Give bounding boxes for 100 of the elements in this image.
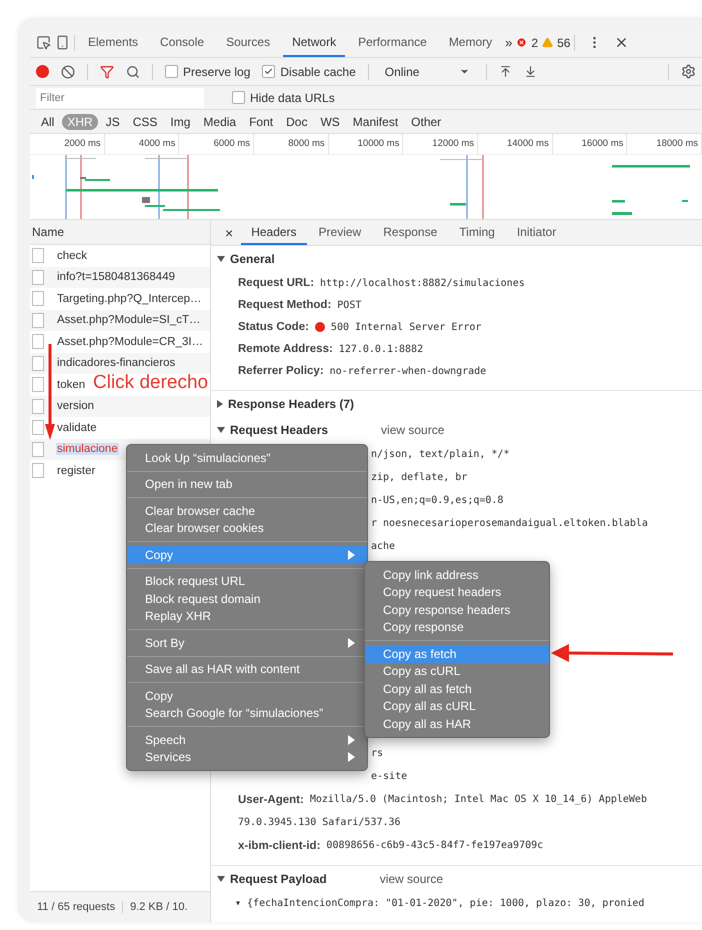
type-filter[interactable]: CSS <box>128 114 162 130</box>
menu-item[interactable]: Copy <box>127 546 367 564</box>
detail-tab[interactable]: Initiator <box>506 220 566 245</box>
time-tick: 4000 ms <box>104 134 180 154</box>
menu-item[interactable]: Clear browser cookies <box>127 520 367 537</box>
menu-item[interactable]: Replay XHR <box>127 608 367 625</box>
time-tick: 8000 ms <box>254 134 329 154</box>
menu-item[interactable]: Block request URL <box>127 572 367 590</box>
clear-icon[interactable] <box>61 64 75 78</box>
throttling-dropdown[interactable]: Online <box>380 64 474 78</box>
request-name[interactable]: Asset.php?Module=CR_3I… <box>56 336 204 348</box>
menu-item[interactable]: Copy all as fetch <box>365 680 549 698</box>
menu-item[interactable]: Sort By <box>127 634 367 652</box>
checkbox[interactable] <box>232 91 245 104</box>
view-source-link[interactable]: view source <box>380 872 444 886</box>
detail-tab[interactable]: Preview <box>308 220 372 245</box>
header-value: r noesnecesarioperosemandaigual.eltoken.blabla <box>371 518 648 529</box>
section-title[interactable]: General <box>230 252 275 266</box>
menu-item[interactable]: Clear browser cache <box>127 502 367 520</box>
filter-field[interactable]: Filter <box>36 88 204 108</box>
section-title[interactable]: Request Payload <box>230 872 327 886</box>
status-text: 11 / 65 requests <box>36 901 116 913</box>
error-icon <box>516 37 528 48</box>
request-name[interactable]: version <box>56 400 96 412</box>
header-name: Referrer Policy: <box>238 365 324 377</box>
expand-triangle-icon[interactable] <box>217 876 225 882</box>
submenu-arrow-icon <box>348 550 355 560</box>
checkbox[interactable] <box>262 65 276 78</box>
type-filter[interactable]: Manifest <box>348 114 404 130</box>
request-name[interactable]: token <box>56 378 86 391</box>
panel-tab[interactable]: Console <box>151 28 214 57</box>
type-filter[interactable]: Other <box>406 114 446 130</box>
status-dot-icon <box>314 322 325 332</box>
download-icon[interactable] <box>524 65 538 78</box>
request-name[interactable]: check <box>56 250 88 262</box>
checkbox-label: Hide data URLs <box>250 90 335 104</box>
menu-item[interactable]: Copy as fetch <box>365 645 549 662</box>
menu-item[interactable]: Save all as HAR with content <box>127 660 367 678</box>
menu-item[interactable]: Copy all as cURL <box>365 698 549 715</box>
section-title[interactable]: Request Headers <box>230 423 328 437</box>
view-source-link[interactable]: view source <box>381 423 444 437</box>
search-icon[interactable] <box>126 64 140 78</box>
menu-item[interactable]: Copy request headers <box>365 584 549 601</box>
menu-item[interactable]: Copy response <box>365 618 549 636</box>
column-header: Name <box>32 225 64 239</box>
detail-tab[interactable]: Headers <box>241 220 307 245</box>
inspect-icon[interactable] <box>36 35 51 50</box>
more-tabs-button[interactable]: » <box>505 35 512 50</box>
menu-item[interactable]: Search Google for “simulaciones” <box>127 704 367 722</box>
header-value: e-site <box>371 771 408 782</box>
detail-tab[interactable]: Timing <box>449 220 505 245</box>
upload-icon[interactable] <box>499 65 512 78</box>
type-filter[interactable]: Font <box>244 114 278 130</box>
record-button[interactable] <box>36 65 49 78</box>
close-button[interactable]: × <box>219 224 240 240</box>
panel-tab[interactable]: Performance <box>349 28 436 57</box>
panel-tab[interactable]: Sources <box>217 28 280 57</box>
menu-item[interactable]: Speech <box>127 731 367 748</box>
panel-tab[interactable]: Memory <box>440 28 502 57</box>
settings-icon[interactable] <box>681 64 696 79</box>
header-value: 00898656-c6b9-43c5-84f7-fe197ea9709c <box>326 840 544 851</box>
type-filter[interactable]: Media <box>198 114 242 130</box>
type-filter[interactable]: All <box>36 114 60 130</box>
type-filter[interactable]: Img <box>165 114 196 130</box>
menu-item[interactable]: Copy link address <box>365 566 549 584</box>
menu-item[interactable]: Open in new tab <box>127 476 367 493</box>
expand-triangle-icon[interactable] <box>217 256 225 262</box>
filter-icon[interactable] <box>100 64 114 78</box>
menu-item[interactable]: Look Up “simulaciones” <box>127 449 367 466</box>
menu-item[interactable]: Copy <box>127 687 367 704</box>
request-name[interactable]: Targeting.php?Q_Intercep… <box>56 292 202 305</box>
header-value: POST <box>337 300 362 310</box>
menu-item[interactable]: Block request domain <box>127 590 367 608</box>
request-name[interactable]: simulacione <box>56 443 119 456</box>
device-icon[interactable] <box>55 35 70 50</box>
expand-triangle-icon[interactable] <box>217 427 225 433</box>
type-filter[interactable]: JS <box>100 114 125 130</box>
menu-item[interactable]: Copy as cURL <box>365 662 549 680</box>
request-name[interactable]: register <box>56 464 96 477</box>
request-name[interactable]: validate <box>56 422 98 434</box>
warning-icon <box>542 37 554 48</box>
type-filter[interactable]: Doc <box>281 114 312 130</box>
menu-item[interactable]: Services <box>127 748 367 766</box>
panel-tab[interactable]: Elements <box>79 28 148 57</box>
warning-count: 56 <box>557 36 570 50</box>
submenu-arrow-icon <box>348 734 355 745</box>
detail-tab[interactable]: Response <box>373 220 448 245</box>
expand-triangle-icon[interactable] <box>217 400 223 408</box>
header-value: ache <box>371 541 396 552</box>
checkbox[interactable] <box>165 65 178 78</box>
header-name: Request URL: <box>238 277 314 289</box>
header-value: Mozilla/5.0 (Macintosh; Intel Mac OS X 10_14_6) AppleWeb <box>310 794 647 805</box>
time-tick: 6000 ms <box>179 134 254 154</box>
header-value: zip, deflate, br <box>371 472 468 483</box>
type-filter[interactable]: WS <box>315 114 345 130</box>
menu-item[interactable]: Copy response headers <box>365 601 549 618</box>
header-value: no-referrer-when-downgrade <box>330 366 486 376</box>
header-value: rs <box>371 748 384 759</box>
menu-item[interactable]: Copy all as HAR <box>365 715 549 732</box>
section-title[interactable]: Response Headers (7) <box>228 397 354 411</box>
